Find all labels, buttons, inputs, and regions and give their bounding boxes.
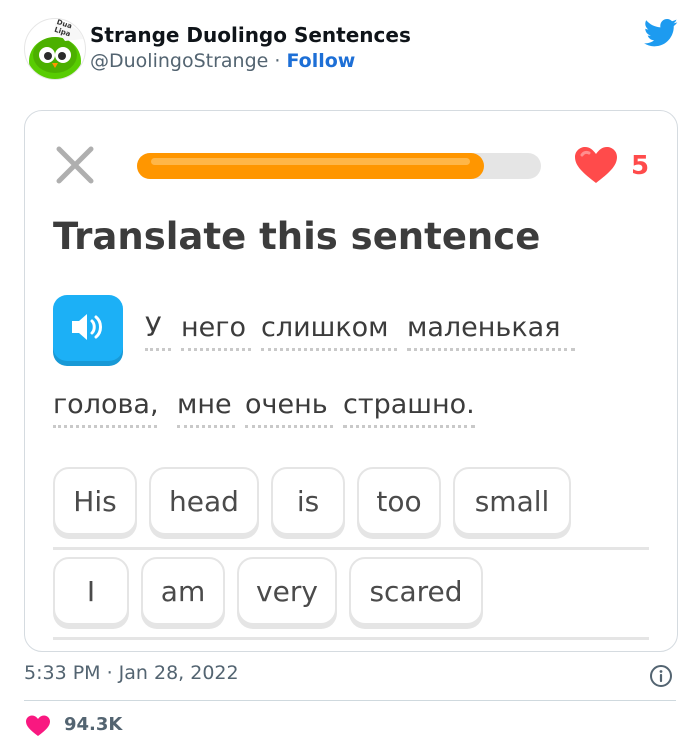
twitter-bird-icon[interactable] [644, 18, 678, 48]
word-tile[interactable]: small [453, 467, 571, 535]
author-handle[interactable]: @DuolingoStrange [90, 50, 268, 72]
word-underline [261, 348, 397, 351]
word-underline [53, 425, 157, 428]
lesson-screenshot: 5 Translate this sentence У него слишком… [24, 110, 678, 652]
sentence-word[interactable]: маленькая [407, 312, 560, 343]
sentence-word[interactable]: него [181, 312, 246, 343]
word-tile[interactable]: very [237, 557, 337, 625]
word-tile[interactable]: head [149, 467, 259, 535]
progress-bar [137, 153, 541, 179]
speaker-icon [72, 314, 102, 340]
answer-line [53, 547, 649, 550]
like-count[interactable]: 94.3K [64, 714, 122, 735]
sentence-word[interactable]: страшно. [343, 389, 475, 420]
like-heart-icon[interactable] [25, 714, 51, 738]
word-tile[interactable]: is [271, 467, 345, 535]
handle-separator: · [268, 50, 287, 72]
word-underline [177, 425, 235, 428]
word-tile[interactable]: His [53, 467, 137, 535]
avatar[interactable]: Dua Lipa [24, 18, 86, 80]
author-handle-line: @DuolingoStrange · Follow [90, 50, 355, 72]
sentence-word[interactable]: очень [245, 389, 328, 420]
divider [24, 700, 676, 701]
word-underline [181, 348, 251, 351]
word-underline [245, 425, 333, 428]
word-tile[interactable]: too [357, 467, 441, 535]
word-underline [407, 348, 575, 351]
author-name[interactable]: Strange Duolingo Sentences [90, 23, 411, 47]
hearts-count: 5 [631, 151, 650, 181]
word-underline [343, 425, 475, 428]
tweet-header: Dua Lipa Strange Duolingo Sentences @Duo… [0, 0, 700, 100]
follow-button[interactable]: Follow [286, 50, 355, 72]
sentence-word[interactable]: мне [177, 389, 232, 420]
prompt-title: Translate this sentence [53, 215, 541, 258]
sentence-word[interactable]: голова, [53, 389, 159, 420]
sentence-word[interactable]: слишком [261, 312, 389, 343]
info-icon[interactable] [649, 664, 673, 688]
heart-icon [575, 147, 617, 183]
progress-fill [137, 153, 484, 179]
word-underline [145, 348, 171, 351]
close-icon[interactable] [55, 145, 95, 185]
speaker-button[interactable] [53, 295, 123, 361]
answer-line [53, 637, 649, 640]
word-tile[interactable]: am [141, 557, 225, 625]
sentence-word[interactable]: У [145, 312, 161, 343]
word-tile[interactable]: I [53, 557, 129, 625]
progress-shine [151, 158, 470, 165]
word-tile[interactable]: scared [349, 557, 483, 625]
tweet-timestamp[interactable]: 5:33 PM · Jan 28, 2022 [24, 662, 239, 684]
